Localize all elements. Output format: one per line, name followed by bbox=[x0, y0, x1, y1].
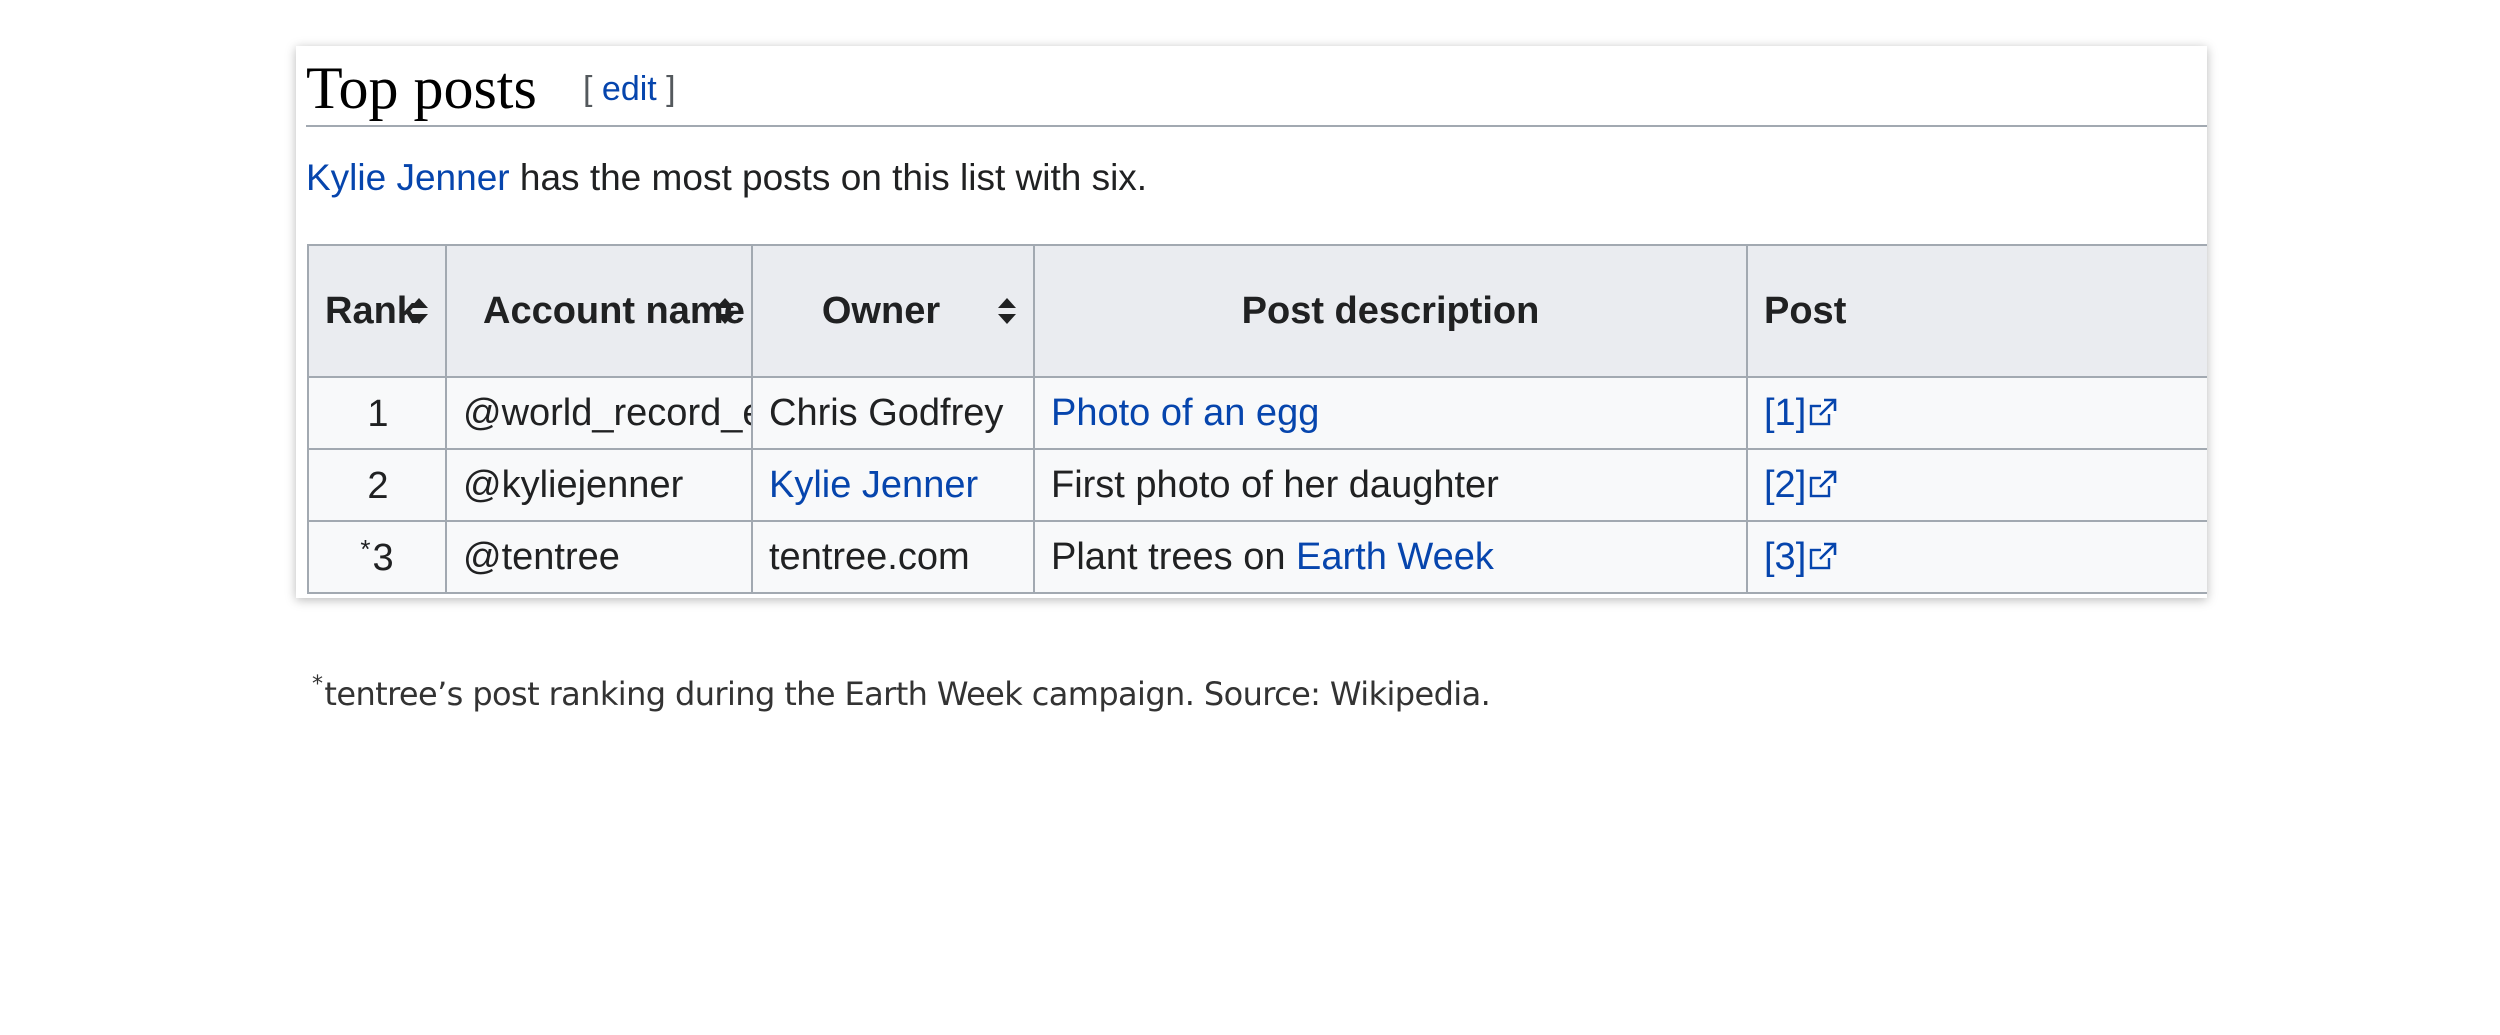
post-cell: [3] bbox=[1746, 520, 2207, 594]
column-header-post-description: Post description bbox=[1033, 244, 1748, 378]
rank-value: 3 bbox=[372, 537, 394, 579]
column-header-label: Rank bbox=[325, 289, 418, 332]
edit-link[interactable]: edit bbox=[602, 70, 657, 108]
account-cell: @world_record_egg bbox=[445, 376, 753, 450]
post-reference-link[interactable]: [2] bbox=[1764, 464, 1806, 506]
post-cell: [2] bbox=[1746, 448, 2207, 522]
account-cell: @kyliejenner bbox=[445, 448, 753, 522]
edit-bracket-open: [ bbox=[583, 70, 602, 108]
description-cell: Plant trees on Earth Week bbox=[1033, 520, 1748, 594]
rank-marker: * bbox=[360, 534, 371, 564]
rank-cell: 2 bbox=[307, 448, 447, 522]
account-cell: @tentree bbox=[445, 520, 753, 594]
sort-icon[interactable] bbox=[715, 296, 735, 326]
intro-text: has the most posts on this list with six… bbox=[509, 157, 1148, 198]
section-title: Top posts bbox=[306, 55, 537, 121]
footnote-text: tentree’s post ranking during the Earth … bbox=[324, 675, 1491, 713]
external-link-icon[interactable] bbox=[1808, 397, 1838, 427]
top-posts-table: Rank Account name Owner Post description… bbox=[307, 244, 2207, 594]
description-link[interactable]: Earth Week bbox=[1296, 536, 1494, 578]
intro-paragraph: Kylie Jenner has the most posts on this … bbox=[306, 154, 1147, 202]
post-reference-link[interactable]: [1] bbox=[1764, 392, 1806, 434]
edit-bracket-close: ] bbox=[656, 70, 676, 108]
owner-cell: Chris Godfrey bbox=[751, 376, 1035, 450]
column-header-account-name[interactable]: Account name bbox=[445, 244, 753, 378]
column-header-post: Post bbox=[1746, 244, 2207, 378]
rank-value: 1 bbox=[367, 393, 389, 435]
description-link[interactable]: Photo of an egg bbox=[1051, 392, 1319, 434]
external-link-icon[interactable] bbox=[1808, 469, 1838, 499]
table-header-row: Rank Account name Owner Post description… bbox=[307, 244, 2207, 378]
rank-cell: 1 bbox=[307, 376, 447, 450]
post-cell: [1] bbox=[1746, 376, 2207, 450]
edit-section: [ edit ] bbox=[583, 70, 676, 109]
owner-link[interactable]: Kylie Jenner bbox=[769, 464, 978, 506]
column-header-owner[interactable]: Owner bbox=[751, 244, 1035, 378]
section-heading-row: Top posts [ edit ] bbox=[306, 46, 2207, 127]
column-header-label: Post description bbox=[1241, 289, 1540, 332]
footnote: *tentree’s post ranking during the Earth… bbox=[312, 672, 1491, 713]
description-text: Plant trees on bbox=[1051, 535, 1297, 578]
table-row: *3 @tentree tentree.com Plant trees on E… bbox=[307, 520, 2207, 594]
intro-kylie-jenner-link[interactable]: Kylie Jenner bbox=[306, 157, 510, 198]
top-posts-section: Top posts [ edit ] Kylie Jenner has the … bbox=[296, 46, 2207, 598]
post-reference-link[interactable]: [3] bbox=[1764, 536, 1806, 578]
description-cell: Photo of an egg bbox=[1033, 376, 1748, 450]
rank-cell: *3 bbox=[307, 520, 447, 594]
external-link-icon[interactable] bbox=[1808, 541, 1838, 571]
owner-cell: tentree.com bbox=[751, 520, 1035, 594]
sort-icon[interactable] bbox=[409, 296, 429, 326]
description-cell: First photo of her daughter bbox=[1033, 448, 1748, 522]
column-header-label: Owner bbox=[821, 289, 941, 332]
table-row: 2 @kyliejenner Kylie Jenner First photo … bbox=[307, 448, 2207, 522]
column-header-rank[interactable]: Rank bbox=[307, 244, 447, 378]
column-header-label: Post bbox=[1764, 289, 1847, 332]
rank-value: 2 bbox=[367, 465, 389, 507]
table-row: 1 @world_record_egg Chris Godfrey Photo … bbox=[307, 376, 2207, 450]
column-header-label: Account name bbox=[483, 289, 745, 332]
owner-cell: Kylie Jenner bbox=[751, 448, 1035, 522]
footnote-marker: * bbox=[312, 672, 323, 697]
sort-icon[interactable] bbox=[997, 296, 1017, 326]
